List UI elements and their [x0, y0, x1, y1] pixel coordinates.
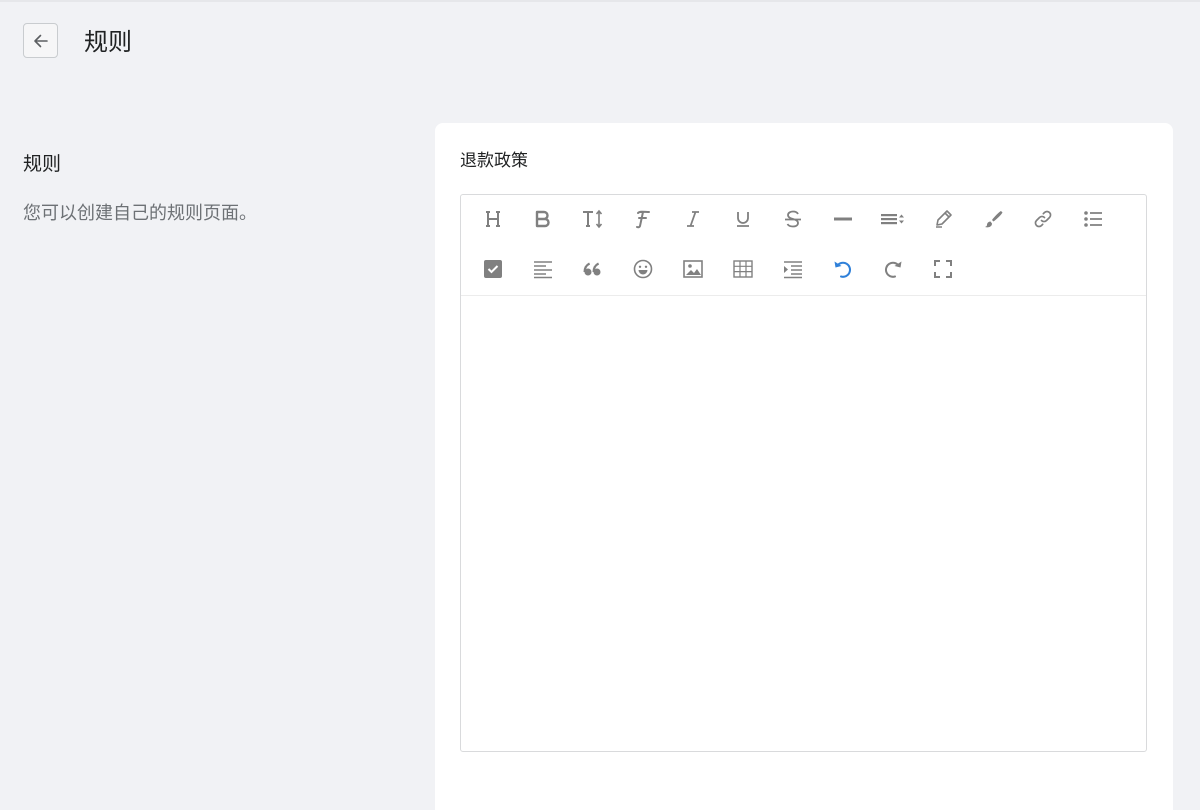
heading-icon	[486, 211, 500, 227]
underline-icon	[737, 212, 749, 227]
fullscreen-icon	[934, 260, 952, 278]
indent-icon	[784, 261, 802, 279]
indent-button[interactable]	[778, 254, 808, 284]
refund-policy-label: 退款政策	[460, 151, 528, 171]
page-title: 规则	[84, 28, 132, 56]
underline-button[interactable]	[728, 204, 758, 234]
image-icon	[683, 260, 703, 278]
italic-icon	[687, 211, 699, 227]
text-color-icon	[936, 210, 952, 228]
list-icon	[1084, 211, 1102, 227]
image-button[interactable]	[678, 254, 708, 284]
align-left-icon	[534, 261, 552, 279]
horizontal-rule-icon	[834, 217, 852, 221]
bold-button[interactable]	[528, 204, 558, 234]
quote-icon	[583, 262, 601, 276]
background-color-button[interactable]	[978, 204, 1008, 234]
emoji-icon	[633, 259, 653, 279]
quote-button[interactable]	[578, 254, 608, 284]
bold-icon	[535, 210, 550, 228]
line-height-button[interactable]	[878, 204, 908, 234]
line-height-icon	[881, 214, 904, 225]
checkbox-button[interactable]	[478, 254, 508, 284]
table-icon	[733, 260, 753, 278]
table-button[interactable]	[728, 254, 758, 284]
list-button[interactable]	[1078, 204, 1108, 234]
undo-icon	[834, 261, 852, 278]
align-left-button[interactable]	[528, 254, 558, 284]
back-button[interactable]	[23, 23, 58, 58]
rich-text-editor	[460, 194, 1147, 752]
editor-toolbar	[461, 195, 1146, 296]
link-icon	[1034, 210, 1052, 228]
section-description: 您可以创建自己的规则页面。	[23, 203, 257, 224]
section-title: 规则	[23, 153, 62, 175]
horizontal-rule-button[interactable]	[828, 204, 858, 234]
fullscreen-button[interactable]	[928, 254, 958, 284]
font-size-icon	[583, 209, 603, 229]
strikethrough-icon	[785, 210, 801, 228]
undo-button[interactable]	[828, 254, 858, 284]
heading-button[interactable]	[478, 204, 508, 234]
redo-icon	[884, 261, 902, 278]
redo-button[interactable]	[878, 254, 908, 284]
italic-button[interactable]	[678, 204, 708, 234]
policy-card: 退款政策	[435, 123, 1173, 810]
text-color-button[interactable]	[928, 204, 958, 234]
arrow-left-icon	[33, 34, 48, 47]
font-family-button[interactable]	[628, 204, 658, 234]
background-color-icon	[985, 211, 1003, 228]
strikethrough-button[interactable]	[778, 204, 808, 234]
top-divider	[0, 0, 1200, 2]
font-family-icon	[636, 210, 650, 229]
checkbox-icon	[484, 260, 502, 278]
editor-content-area[interactable]	[461, 296, 1146, 751]
emoji-button[interactable]	[628, 254, 658, 284]
font-size-button[interactable]	[578, 204, 608, 234]
link-button[interactable]	[1028, 204, 1058, 234]
